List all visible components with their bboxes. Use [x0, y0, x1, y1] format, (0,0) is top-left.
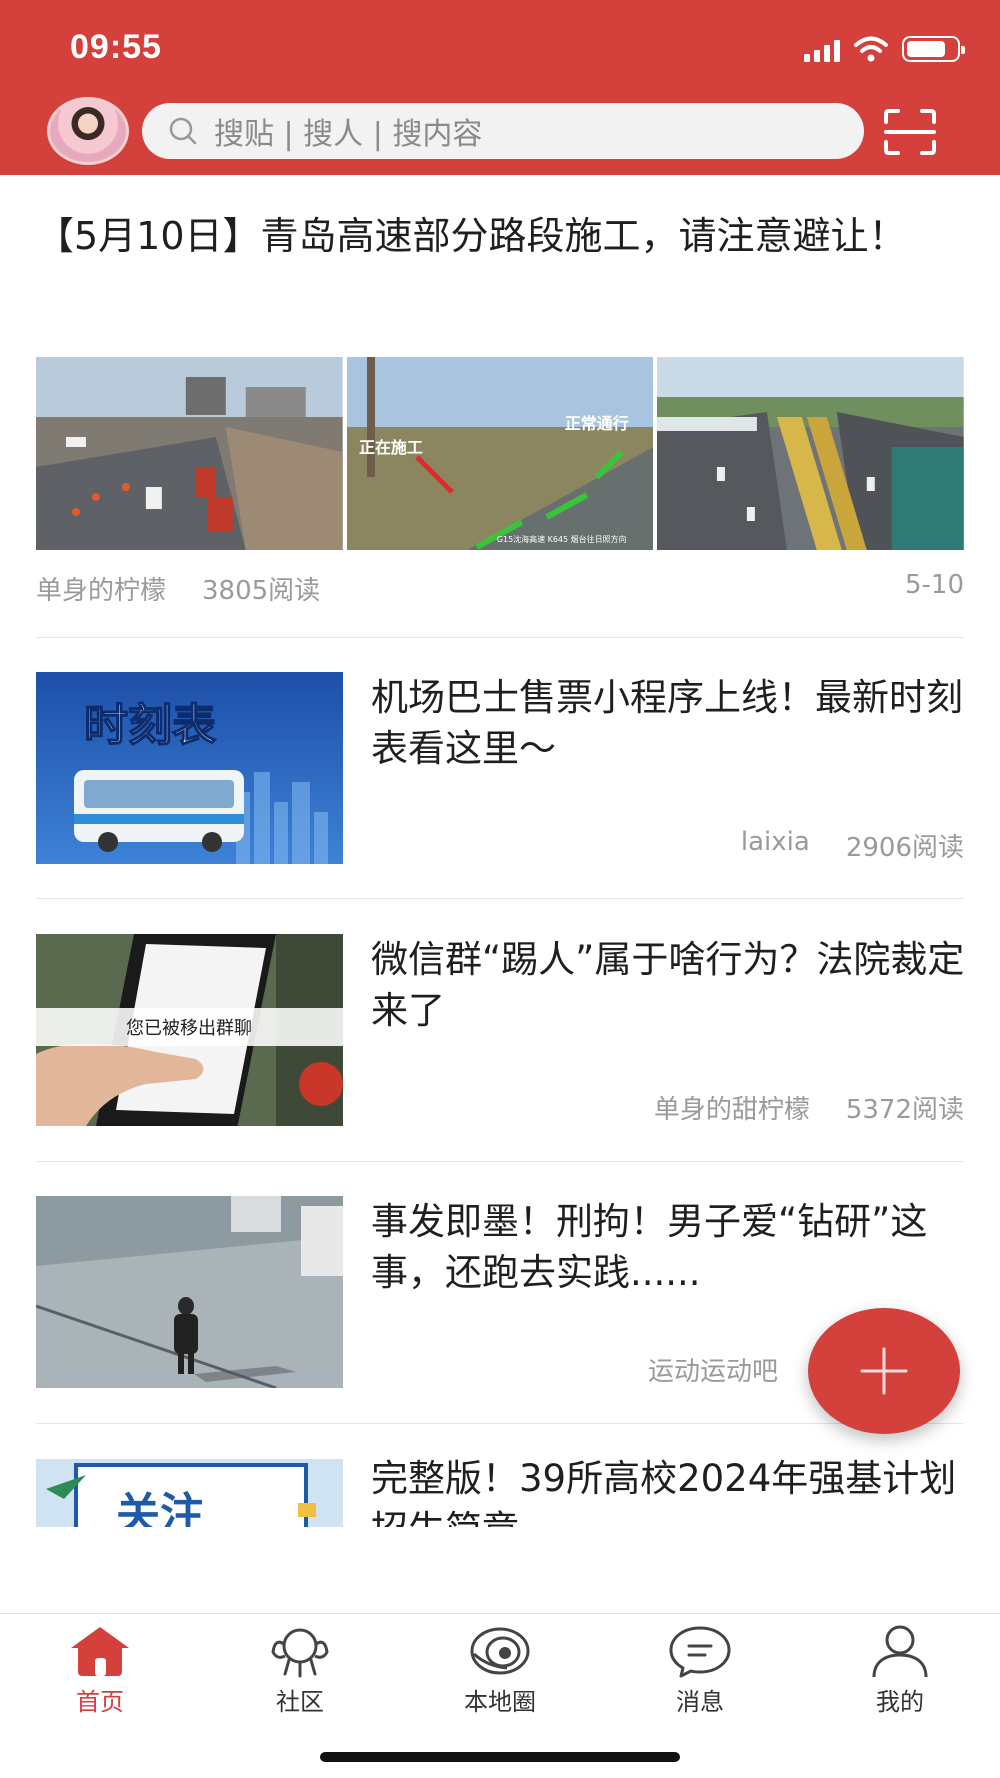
app-header: 09:55 搜贴 | 搜人 | 搜内容 — [0, 0, 1000, 175]
signal-icon — [804, 38, 840, 62]
featured-image-2[interactable]: 正在施工 正常通行 G15沈海高速 K645 烟台往日照方向 — [346, 357, 654, 550]
featured-images[interactable]: 正在施工 正常通行 G15沈海高速 K645 烟台往日照方向 — [36, 357, 965, 550]
divider — [36, 637, 964, 638]
featured-title[interactable]: 【5月10日】青岛高速部分路段施工，请注意避让！ — [36, 210, 966, 262]
news-meta-3: 运动运动吧 — [648, 1351, 778, 1388]
bus-illustration — [74, 770, 244, 852]
scan-icon[interactable] — [882, 108, 938, 156]
timetable-text: 时刻表 — [84, 700, 216, 751]
news-author-1[interactable]: laixia — [741, 827, 810, 864]
news-title-4[interactable]: 完整版！39所高校2024年强基计划招生简章 — [371, 1459, 964, 1527]
community-icon — [271, 1628, 329, 1678]
tab-label-profile: 我的 — [876, 1688, 924, 1716]
featured-reads: 3805阅读 — [202, 576, 321, 606]
news-reads-2: 5372阅读 — [845, 1095, 964, 1125]
tab-home[interactable]: 首页 — [40, 1624, 160, 1717]
search-placeholder: 搜贴 | 搜人 | 搜内容 — [214, 117, 483, 152]
profile-icon — [872, 1625, 928, 1678]
local-circle-icon — [470, 1627, 530, 1675]
featured-article[interactable]: 【5月10日】青岛高速部分路段施工，请注意避让！ — [36, 210, 966, 262]
news-title-3[interactable]: 事发即墨！刑拘！男子爱“钻研”这事，还跑去实践...... — [371, 1196, 971, 1298]
search-icon — [169, 117, 197, 145]
follow-text: 关注 — [116, 1489, 204, 1527]
battery-icon — [902, 36, 965, 62]
tab-label-home: 首页 — [76, 1688, 124, 1716]
wifi-icon — [854, 36, 888, 62]
news-item-wechat-group[interactable]: 您已被移出群聊 微信群“踢人”属于啥行为？法院裁定来了 单身的甜柠檬 5372阅… — [36, 934, 964, 1126]
featured-author[interactable]: 单身的柠檬 — [36, 570, 166, 607]
home-indicator[interactable] — [320, 1752, 680, 1762]
featured-meta: 单身的柠檬 3805阅读 5-10 — [36, 570, 964, 607]
news-meta-2: 单身的甜柠檬 5372阅读 — [654, 1089, 964, 1126]
tab-messages[interactable]: 消息 — [640, 1624, 760, 1717]
featured-image-3[interactable] — [657, 357, 965, 550]
message-icon — [669, 1626, 731, 1678]
divider — [36, 1161, 964, 1162]
news-author-3[interactable]: 运动运动吧 — [648, 1351, 778, 1388]
news-author-2[interactable]: 单身的甜柠檬 — [654, 1089, 810, 1126]
news-thumb-1[interactable]: 时刻表 — [36, 672, 343, 864]
user-avatar[interactable] — [47, 97, 129, 165]
news-thumb-2[interactable]: 您已被移出群聊 — [36, 934, 343, 1126]
news-meta-1: laixia 2906阅读 — [741, 827, 964, 864]
news-thumb-3[interactable] — [36, 1196, 343, 1388]
status-time: 09:55 — [70, 28, 162, 66]
status-icons — [804, 36, 965, 62]
removed-from-group-text: 您已被移出群聊 — [126, 1018, 252, 1039]
divider — [36, 898, 964, 899]
news-title-1[interactable]: 机场巴士售票小程序上线！最新时刻表看这里～ — [371, 672, 971, 774]
create-post-button[interactable] — [808, 1308, 960, 1434]
featured-date: 5-10 — [904, 570, 964, 600]
highway-sign: G15沈海高速 K645 烟台往日照方向 — [497, 534, 627, 544]
tab-label-messages: 消息 — [676, 1688, 724, 1716]
normal-traffic-caption: 正常通行 — [564, 414, 628, 433]
tab-label-local-circle: 本地圈 — [464, 1688, 536, 1716]
news-title-2[interactable]: 微信群“踢人”属于啥行为？法院裁定来了 — [371, 934, 971, 1036]
home-icon — [71, 1627, 129, 1676]
plus-icon — [860, 1347, 908, 1395]
news-item-airport-bus[interactable]: 时刻表 机场巴士售票小程序上线！最新时刻表看这里～ laixia 2906阅读 — [36, 672, 964, 864]
search-input[interactable]: 搜贴 | 搜人 | 搜内容 — [142, 103, 864, 159]
construction-caption: 正在施工 — [359, 438, 423, 457]
tab-community[interactable]: 社区 — [240, 1624, 360, 1717]
tab-label-community: 社区 — [276, 1688, 324, 1716]
featured-image-1[interactable] — [36, 357, 343, 550]
tab-local-circle[interactable]: 本地圈 — [440, 1624, 560, 1717]
news-item-strong-base[interactable]: 关注 完整版！39所高校2024年强基计划招生简章 — [36, 1459, 964, 1527]
news-thumb-4[interactable]: 关注 — [36, 1459, 343, 1527]
tab-profile[interactable]: 我的 — [840, 1624, 960, 1717]
divider — [36, 1423, 964, 1424]
news-reads-1: 2906阅读 — [845, 833, 964, 863]
